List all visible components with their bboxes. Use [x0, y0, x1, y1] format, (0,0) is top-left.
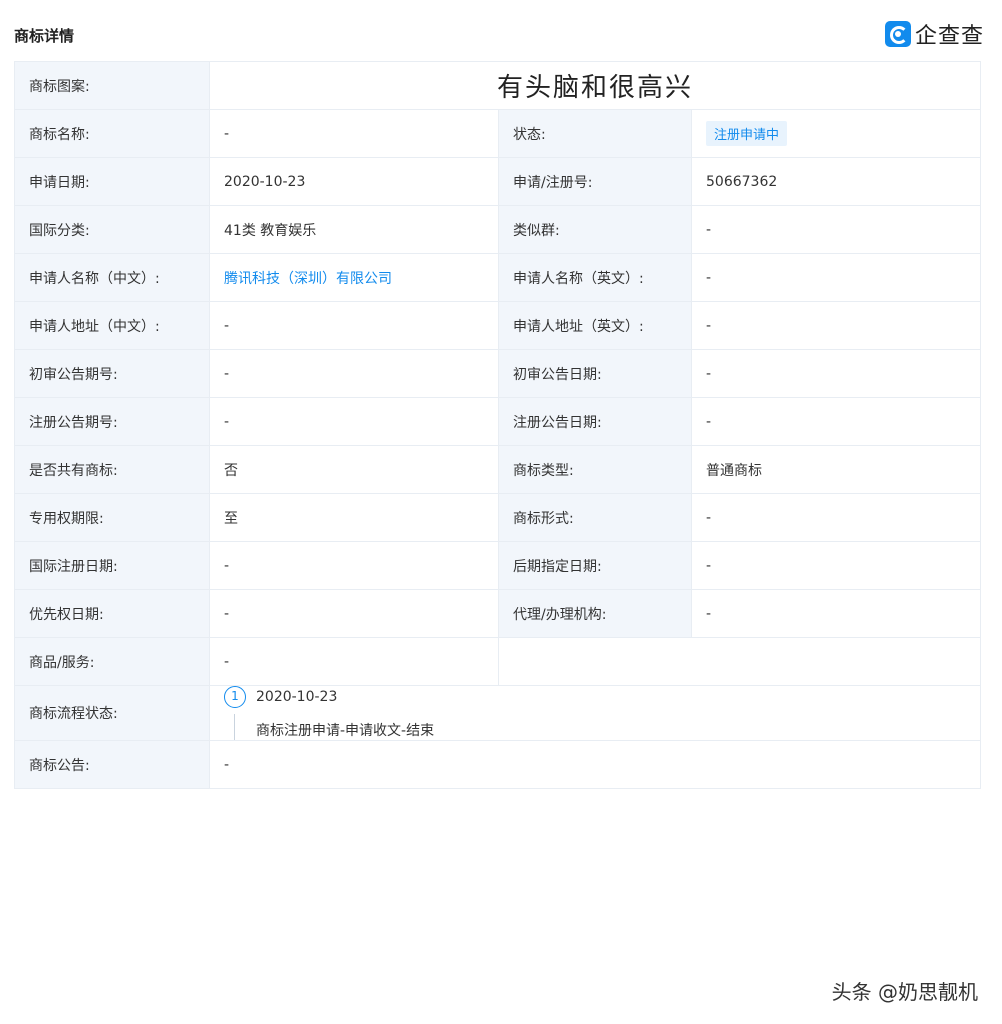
applicant-cn-label: 申请人名称（中文）:	[14, 253, 210, 302]
trademark-image-label: 商标图案:	[14, 61, 210, 110]
goods-value: -	[209, 637, 499, 686]
brand-name: 企查查	[914, 24, 984, 49]
page-title: 商标详情	[14, 27, 75, 45]
table-row: 优先权日期: - 代理/办理机构: -	[14, 589, 982, 638]
table-row: 商品/服务: -	[14, 637, 982, 686]
prelim-notice-no-value: -	[209, 349, 499, 398]
table-row: 商标流程状态: 1 2020-10-23 商标注册申请-申请收文-结束	[14, 685, 982, 741]
name-label: 商标名称:	[14, 109, 210, 158]
form-label: 商标形式:	[498, 493, 692, 542]
class-label: 国际分类:	[14, 205, 210, 254]
applicant-cn-link[interactable]: 腾讯科技（深圳）有限公司	[224, 271, 392, 287]
agent-label: 代理/办理机构:	[498, 589, 692, 638]
later-date-label: 后期指定日期:	[498, 541, 692, 590]
table-row: 商标公告: -	[14, 740, 982, 789]
prelim-notice-no-label: 初审公告期号:	[14, 349, 210, 398]
similar-group-value: -	[690, 205, 982, 254]
goods-label: 商品/服务:	[14, 637, 210, 686]
table-row: 注册公告期号: - 注册公告日期: -	[14, 397, 982, 446]
status-badge: 注册申请中	[706, 121, 788, 146]
form-value: -	[690, 493, 982, 542]
similar-group-label: 类似群:	[498, 205, 692, 254]
type-label: 商标类型:	[498, 445, 692, 494]
term-value: 至	[209, 493, 499, 542]
flow-date: 2020-10-23	[256, 689, 338, 705]
status-cell: 注册申请中	[690, 109, 982, 158]
agent-value: -	[690, 589, 982, 638]
reg-notice-no-value: -	[209, 397, 499, 446]
reg-no-label: 申请/注册号:	[498, 157, 692, 206]
flow-description: 商标注册申请-申请收文-结束	[256, 723, 435, 739]
notice-label: 商标公告:	[14, 740, 210, 789]
timeline-line	[234, 714, 235, 740]
brand-logo[interactable]: 企查查	[884, 18, 984, 50]
table-row: 商标图案: 有头脑和很高兴	[14, 61, 982, 110]
watermark: 头条 @奶思靓机	[831, 980, 978, 1004]
intl-date-label: 国际注册日期:	[14, 541, 210, 590]
name-value: -	[209, 109, 499, 158]
table-row: 初审公告期号: - 初审公告日期: -	[14, 349, 982, 398]
prelim-notice-date-label: 初审公告日期:	[498, 349, 692, 398]
term-label: 专用权期限:	[14, 493, 210, 542]
empty-cell	[497, 637, 982, 686]
status-label: 状态:	[498, 109, 692, 158]
qcc-logo-icon	[884, 21, 911, 47]
table-row: 国际注册日期: - 后期指定日期: -	[14, 541, 982, 590]
reg-notice-date-label: 注册公告日期:	[498, 397, 692, 446]
applicant-cn-cell: 腾讯科技（深圳）有限公司	[209, 253, 499, 302]
trademark-detail-table: 商标图案: 有头脑和很高兴 商标名称: - 状态: 注册申请中 申请日期: 20…	[14, 61, 982, 789]
reg-notice-no-label: 注册公告期号:	[14, 397, 210, 446]
page-header: 商标详情 企查查	[0, 0, 1002, 62]
table-row: 是否共有商标: 否 商标类型: 普通商标	[14, 445, 982, 494]
address-cn-label: 申请人地址（中文）:	[14, 301, 210, 350]
intl-date-value: -	[209, 541, 499, 590]
type-value: 普通商标	[690, 445, 982, 494]
address-en-value: -	[690, 301, 982, 350]
table-row: 申请日期: 2020-10-23 申请/注册号: 50667362	[14, 157, 982, 206]
prelim-notice-date-value: -	[690, 349, 982, 398]
table-row: 申请人地址（中文）: - 申请人地址（英文）: -	[14, 301, 982, 350]
later-date-value: -	[690, 541, 982, 590]
flow-status-label: 商标流程状态:	[14, 685, 210, 741]
apply-date-label: 申请日期:	[14, 157, 210, 206]
priority-value: -	[209, 589, 499, 638]
flow-timeline: 1 2020-10-23 商标注册申请-申请收文-结束	[224, 686, 966, 740]
notice-value: -	[208, 740, 982, 789]
reg-no-value: 50667362	[690, 157, 982, 206]
apply-date-value: 2020-10-23	[209, 157, 499, 206]
priority-label: 优先权日期:	[14, 589, 210, 638]
reg-notice-date-value: -	[690, 397, 982, 446]
address-en-label: 申请人地址（英文）:	[498, 301, 692, 350]
applicant-en-label: 申请人名称（英文）:	[498, 253, 692, 302]
shared-label: 是否共有商标:	[14, 445, 210, 494]
trademark-image-text: 有头脑和很高兴	[497, 73, 694, 103]
address-cn-value: -	[209, 301, 499, 350]
flow-status-cell: 1 2020-10-23 商标注册申请-申请收文-结束	[208, 685, 982, 741]
step-number-icon: 1	[224, 686, 246, 708]
applicant-en-value: -	[690, 253, 982, 302]
table-row: 国际分类: 41类 教育娱乐 类似群: -	[14, 205, 982, 254]
shared-value: 否	[209, 445, 499, 494]
table-row: 申请人名称（中文）: 腾讯科技（深圳）有限公司 申请人名称（英文）: -	[14, 253, 982, 302]
table-row: 商标名称: - 状态: 注册申请中	[14, 109, 982, 158]
trademark-image: 有头脑和很高兴	[208, 61, 982, 110]
table-row: 专用权期限: 至 商标形式: -	[14, 493, 982, 542]
class-value: 41类 教育娱乐	[209, 205, 499, 254]
